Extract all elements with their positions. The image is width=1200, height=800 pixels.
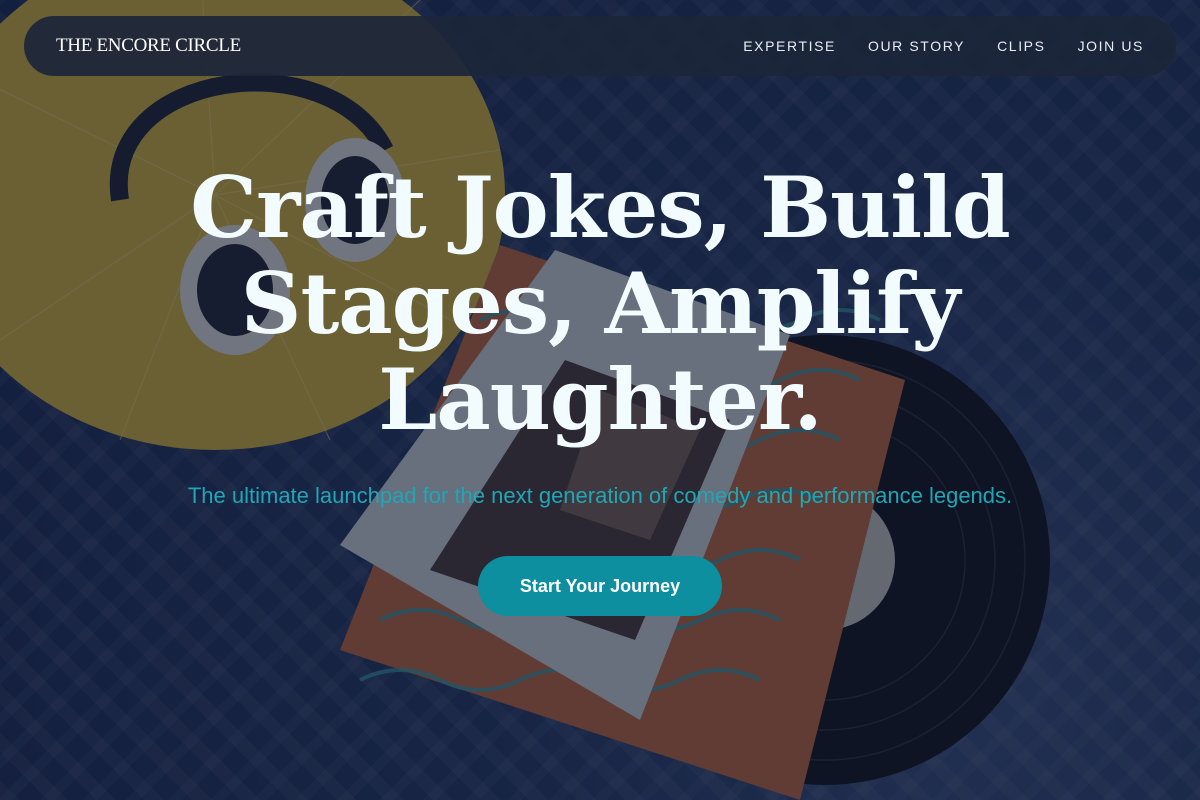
- nav-link-clips[interactable]: CLIPS: [997, 38, 1045, 54]
- nav-link-join-us[interactable]: JOIN US: [1078, 38, 1144, 54]
- start-journey-button[interactable]: Start Your Journey: [478, 556, 722, 616]
- hero-subtitle: The ultimate launchpad for the next gene…: [187, 483, 1013, 508]
- top-navbar: THE ENCORE CIRCLE EXPERTISE OUR STORY CL…: [24, 16, 1176, 76]
- nav-links: EXPERTISE OUR STORY CLIPS JOIN US: [743, 38, 1144, 54]
- hero-section: Craft Jokes, Build Stages, Amplify Laugh…: [0, 160, 1200, 616]
- site-logo[interactable]: THE ENCORE CIRCLE: [56, 35, 241, 57]
- nav-link-expertise[interactable]: EXPERTISE: [743, 38, 836, 54]
- hero-title: Craft Jokes, Build Stages, Amplify Laugh…: [190, 158, 1011, 449]
- nav-link-our-story[interactable]: OUR STORY: [868, 38, 965, 54]
